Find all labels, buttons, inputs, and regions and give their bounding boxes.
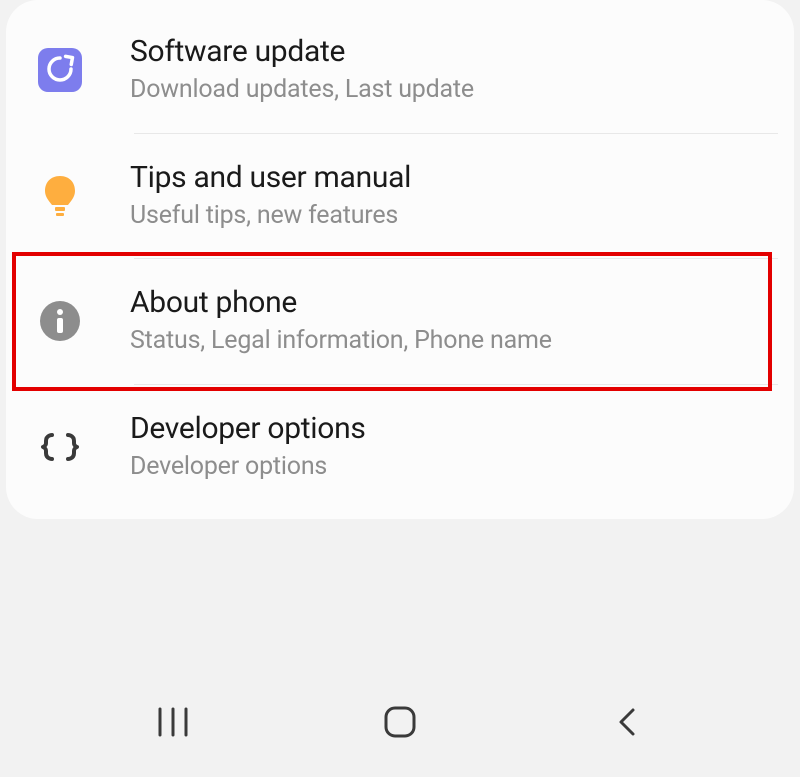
settings-item-developer-options[interactable]: Developer options Developer options bbox=[6, 385, 794, 510]
navigation-bar bbox=[0, 667, 800, 777]
tips-icon bbox=[36, 172, 84, 220]
recent-apps-button[interactable] bbox=[133, 682, 213, 762]
settings-card: Software update Download updates, Last u… bbox=[6, 0, 794, 519]
developer-options-icon bbox=[36, 423, 84, 471]
item-subtitle: Useful tips, new features bbox=[130, 200, 774, 233]
home-button[interactable] bbox=[360, 682, 440, 762]
item-text: About phone Status, Legal information, P… bbox=[130, 285, 774, 358]
settings-item-about-phone[interactable]: About phone Status, Legal information, P… bbox=[6, 259, 794, 384]
item-text: Tips and user manual Useful tips, new fe… bbox=[130, 160, 774, 233]
software-update-icon bbox=[36, 46, 84, 94]
info-icon bbox=[36, 297, 84, 345]
item-subtitle: Status, Legal information, Phone name bbox=[130, 325, 774, 358]
item-subtitle: Developer options bbox=[130, 451, 774, 484]
home-icon bbox=[382, 704, 418, 740]
item-text: Developer options Developer options bbox=[130, 411, 774, 484]
item-title: Developer options bbox=[130, 411, 774, 447]
item-title: Software update bbox=[130, 34, 774, 70]
back-button[interactable] bbox=[587, 682, 667, 762]
settings-item-software-update[interactable]: Software update Download updates, Last u… bbox=[6, 8, 794, 133]
item-title: About phone bbox=[130, 285, 774, 321]
item-subtitle: Download updates, Last update bbox=[130, 74, 774, 107]
back-icon bbox=[615, 704, 639, 740]
recent-apps-icon bbox=[154, 705, 192, 739]
item-title: Tips and user manual bbox=[130, 160, 774, 196]
item-text: Software update Download updates, Last u… bbox=[130, 34, 774, 107]
settings-item-tips[interactable]: Tips and user manual Useful tips, new fe… bbox=[6, 134, 794, 259]
